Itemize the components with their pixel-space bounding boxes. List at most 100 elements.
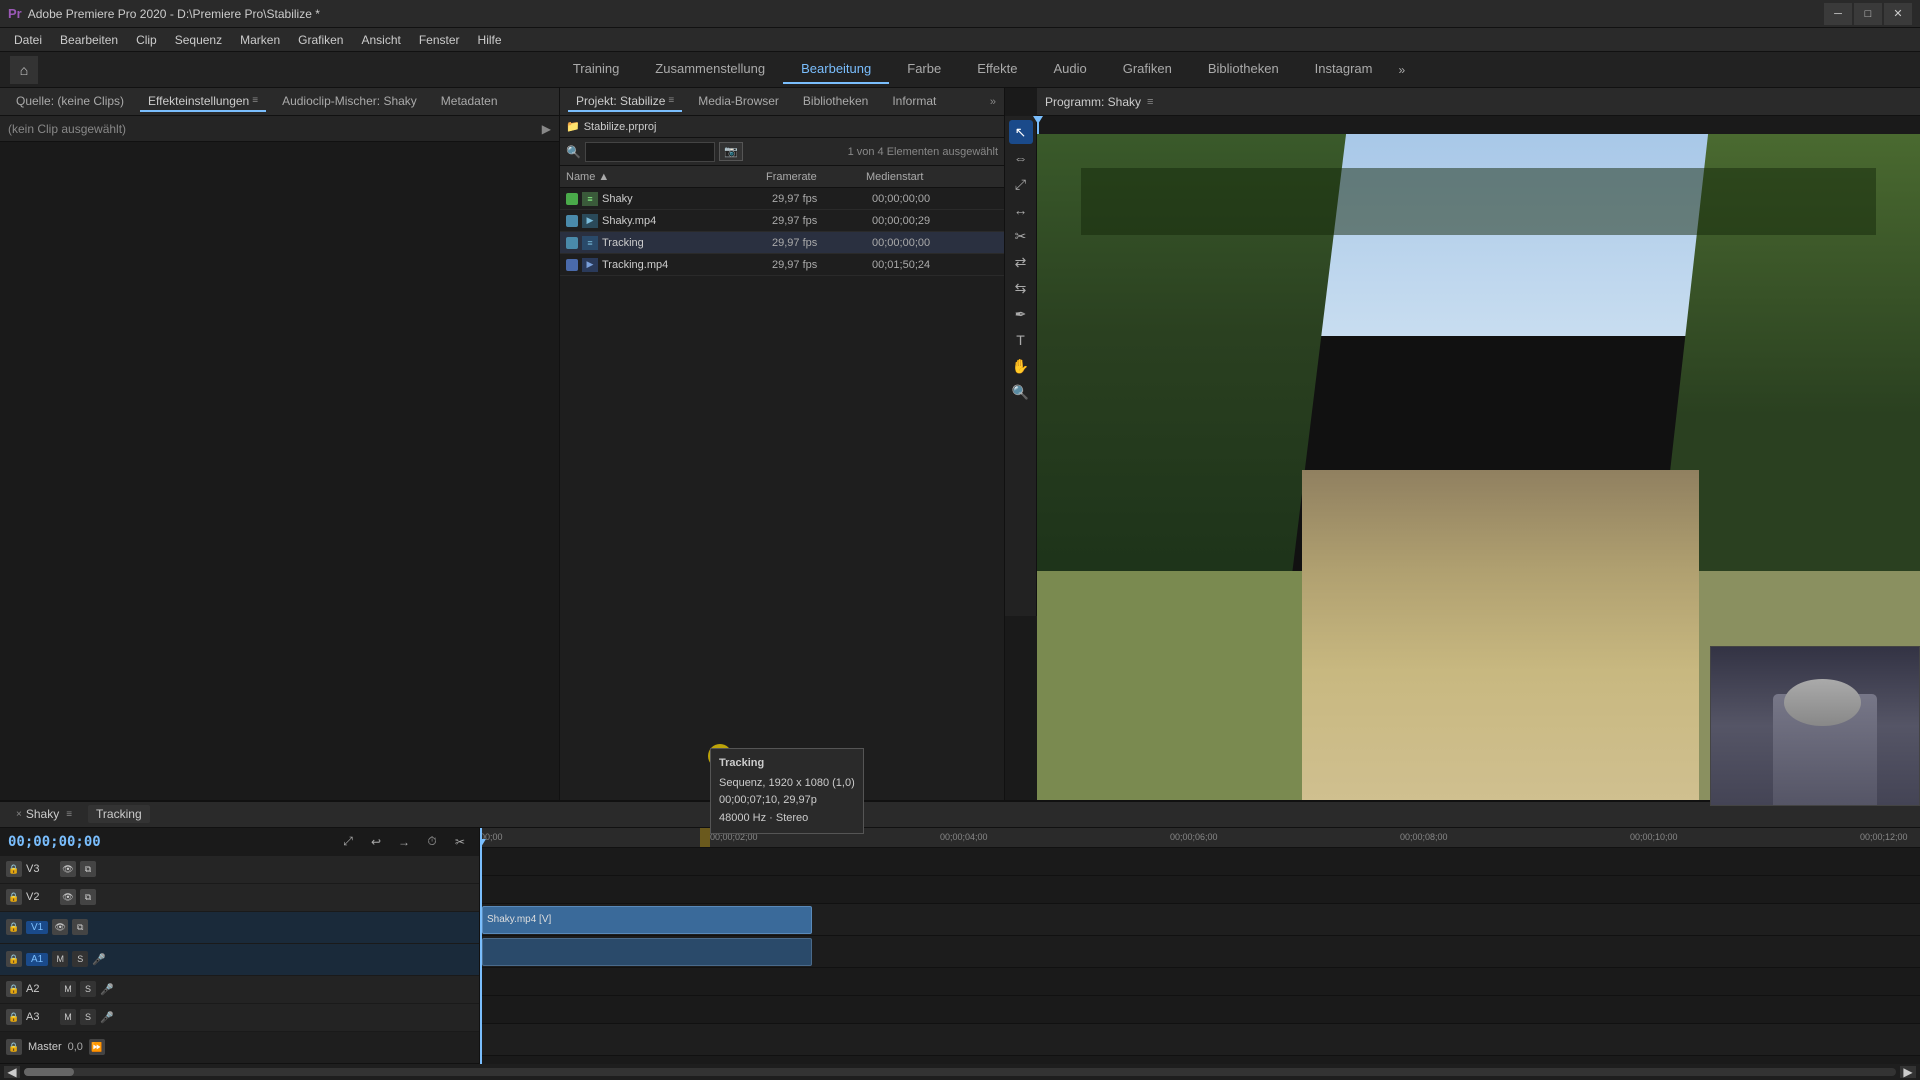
v1-badge[interactable]: V1 xyxy=(26,921,48,934)
tab-bibliotheken[interactable]: Bibliotheken xyxy=(1190,55,1297,84)
project-panel: Projekt: Stabilize ≡ Media-Browser Bibli… xyxy=(560,88,1005,868)
more-tabs-icon[interactable]: » xyxy=(990,96,996,108)
lane-a1 xyxy=(480,936,1920,968)
search-input[interactable] xyxy=(585,142,715,162)
tl-tool-razor[interactable]: ✂ xyxy=(449,831,471,853)
list-item[interactable]: ▶ Shaky.mp4 29,97 fps 00;00;00;29 xyxy=(560,210,1004,232)
tab-zusammenstellung[interactable]: Zusammenstellung xyxy=(637,55,783,84)
tab-grafiken[interactable]: Grafiken xyxy=(1105,55,1190,84)
tl-tool-linked[interactable]: ↩ xyxy=(365,831,387,853)
capture-button[interactable]: 📷 xyxy=(719,142,743,161)
col-start-header[interactable]: Medienstart xyxy=(866,171,986,183)
more-workspaces-icon[interactable]: » xyxy=(1390,57,1413,83)
a1-mic-icon: 🎤 xyxy=(92,953,106,966)
v3-eye[interactable]: 👁 xyxy=(60,861,76,877)
type-tool[interactable]: T xyxy=(1009,328,1033,352)
scrollbar-thumb[interactable] xyxy=(24,1068,74,1076)
scroll-left[interactable]: ◀ xyxy=(4,1066,20,1078)
col-fps-header[interactable]: Framerate xyxy=(766,171,866,183)
pen-tool[interactable]: ✒ xyxy=(1009,302,1033,326)
tab-bibliotheken[interactable]: Bibliotheken xyxy=(795,92,876,112)
trim-tool[interactable]: ⇔ xyxy=(1009,146,1033,170)
tab-bearbeitung[interactable]: Bearbeitung xyxy=(783,55,889,84)
ripple-tool[interactable]: ⤢ xyxy=(1009,172,1033,196)
home-button[interactable]: ⌂ xyxy=(10,56,38,84)
tab-audio[interactable]: Audio xyxy=(1035,55,1104,84)
sequence-icon: ≡ xyxy=(582,192,598,206)
roll-tool[interactable]: ↔ xyxy=(1009,198,1033,222)
a1-lock[interactable]: 🔒 xyxy=(6,951,22,967)
menu-clip[interactable]: Clip xyxy=(128,31,165,49)
tl-tool-trim[interactable]: → xyxy=(393,831,415,853)
a3-s[interactable]: S xyxy=(80,1009,96,1025)
tl-time: 00;00;00;00 xyxy=(8,834,331,850)
projekt-menu-icon[interactable]: ≡ xyxy=(668,95,674,106)
slide-tool[interactable]: ⇆ xyxy=(1009,276,1033,300)
tab-audioclip[interactable]: Audioclip-Mischer: Shaky xyxy=(274,92,425,112)
v2-link[interactable]: ⧉ xyxy=(80,889,96,905)
v2-eye[interactable]: 👁 xyxy=(60,889,76,905)
program-menu-icon[interactable]: ≡ xyxy=(1147,96,1153,108)
master-lock[interactable]: 🔒 xyxy=(6,1039,22,1055)
effekt-menu-icon[interactable]: ≡ xyxy=(252,95,258,106)
col-name-header[interactable]: Name ▲ xyxy=(566,171,766,183)
tab-metadaten[interactable]: Metadaten xyxy=(433,92,506,112)
v2-lock[interactable]: 🔒 xyxy=(6,889,22,905)
a3-lock[interactable]: 🔒 xyxy=(6,1009,22,1025)
close-icon[interactable]: × xyxy=(16,809,22,820)
slip-tool[interactable]: ⇄ xyxy=(1009,250,1033,274)
tl-tool-timecode[interactable]: ⏱ xyxy=(421,831,443,853)
tab-effekte[interactable]: Effekte xyxy=(959,55,1035,84)
maximize-button[interactable]: □ xyxy=(1854,3,1882,25)
a2-s[interactable]: S xyxy=(80,981,96,997)
a3-m[interactable]: M xyxy=(60,1009,76,1025)
v1-link[interactable]: ⧉ xyxy=(72,919,88,935)
menu-datei[interactable]: Datei xyxy=(6,31,50,49)
a1-m[interactable]: M xyxy=(52,951,68,967)
master-forward[interactable]: ⏩ xyxy=(89,1039,105,1055)
v1-lock[interactable]: 🔒 xyxy=(6,919,22,935)
menu-ansicht[interactable]: Ansicht xyxy=(353,31,408,49)
clip-shaky-audio[interactable] xyxy=(482,938,812,966)
razor-tool[interactable]: ✂ xyxy=(1009,224,1033,248)
hand-tool[interactable]: ✋ xyxy=(1009,354,1033,378)
tab-projekt[interactable]: Projekt: Stabilize ≡ xyxy=(568,92,682,112)
tab-menu-icon[interactable]: ≡ xyxy=(66,809,72,820)
tab-source[interactable]: Quelle: (keine Clips) xyxy=(8,92,132,112)
a2-lock[interactable]: 🔒 xyxy=(6,981,22,997)
zoom-tool[interactable]: 🔍 xyxy=(1009,380,1033,404)
a1-s[interactable]: S xyxy=(72,951,88,967)
scroll-right[interactable]: ▶ xyxy=(1900,1066,1916,1078)
close-button[interactable]: ✕ xyxy=(1884,3,1912,25)
timeline-tab-shaky[interactable]: × Shaky ≡ xyxy=(8,805,80,823)
scrollbar-track[interactable] xyxy=(24,1068,1896,1076)
tl-tool-snap[interactable]: ⤢ xyxy=(337,831,359,853)
tab-training[interactable]: Training xyxy=(555,55,637,84)
video-icon: ▶ xyxy=(582,214,598,228)
menu-marken[interactable]: Marken xyxy=(232,31,288,49)
v1-eye[interactable]: 👁 xyxy=(52,919,68,935)
tab-effekteinstellungen[interactable]: Effekteinstellungen ≡ xyxy=(140,92,266,112)
timeline-tab-tracking[interactable]: Tracking xyxy=(88,805,150,823)
clip-shaky-video[interactable]: Shaky.mp4 [V] xyxy=(482,906,812,934)
tab-farbe[interactable]: Farbe xyxy=(889,55,959,84)
menu-grafiken[interactable]: Grafiken xyxy=(290,31,351,49)
tab-instagram[interactable]: Instagram xyxy=(1297,55,1391,84)
list-item-tracking[interactable]: ≡ Tracking 29,97 fps 00;00;00;00 xyxy=(560,232,1004,254)
menu-hilfe[interactable]: Hilfe xyxy=(470,31,510,49)
tab-informat[interactable]: Informat xyxy=(884,92,944,112)
minimize-button[interactable]: ─ xyxy=(1824,3,1852,25)
menu-sequenz[interactable]: Sequenz xyxy=(167,31,230,49)
v3-lock[interactable]: 🔒 xyxy=(6,861,22,877)
selection-tool[interactable]: ↖ xyxy=(1009,120,1033,144)
menu-bearbeiten[interactable]: Bearbeiten xyxy=(52,31,126,49)
item-start: 00;01;50;24 xyxy=(872,259,992,271)
v3-link[interactable]: ⧉ xyxy=(80,861,96,877)
expand-icon[interactable]: ▶ xyxy=(542,122,551,136)
list-item[interactable]: ≡ Shaky 29,97 fps 00;00;00;00 xyxy=(560,188,1004,210)
menu-fenster[interactable]: Fenster xyxy=(411,31,468,49)
list-item[interactable]: ▶ Tracking.mp4 29,97 fps 00;01;50;24 xyxy=(560,254,1004,276)
tab-media-browser[interactable]: Media-Browser xyxy=(690,92,787,112)
a1-badge[interactable]: A1 xyxy=(26,953,48,966)
a2-m[interactable]: M xyxy=(60,981,76,997)
